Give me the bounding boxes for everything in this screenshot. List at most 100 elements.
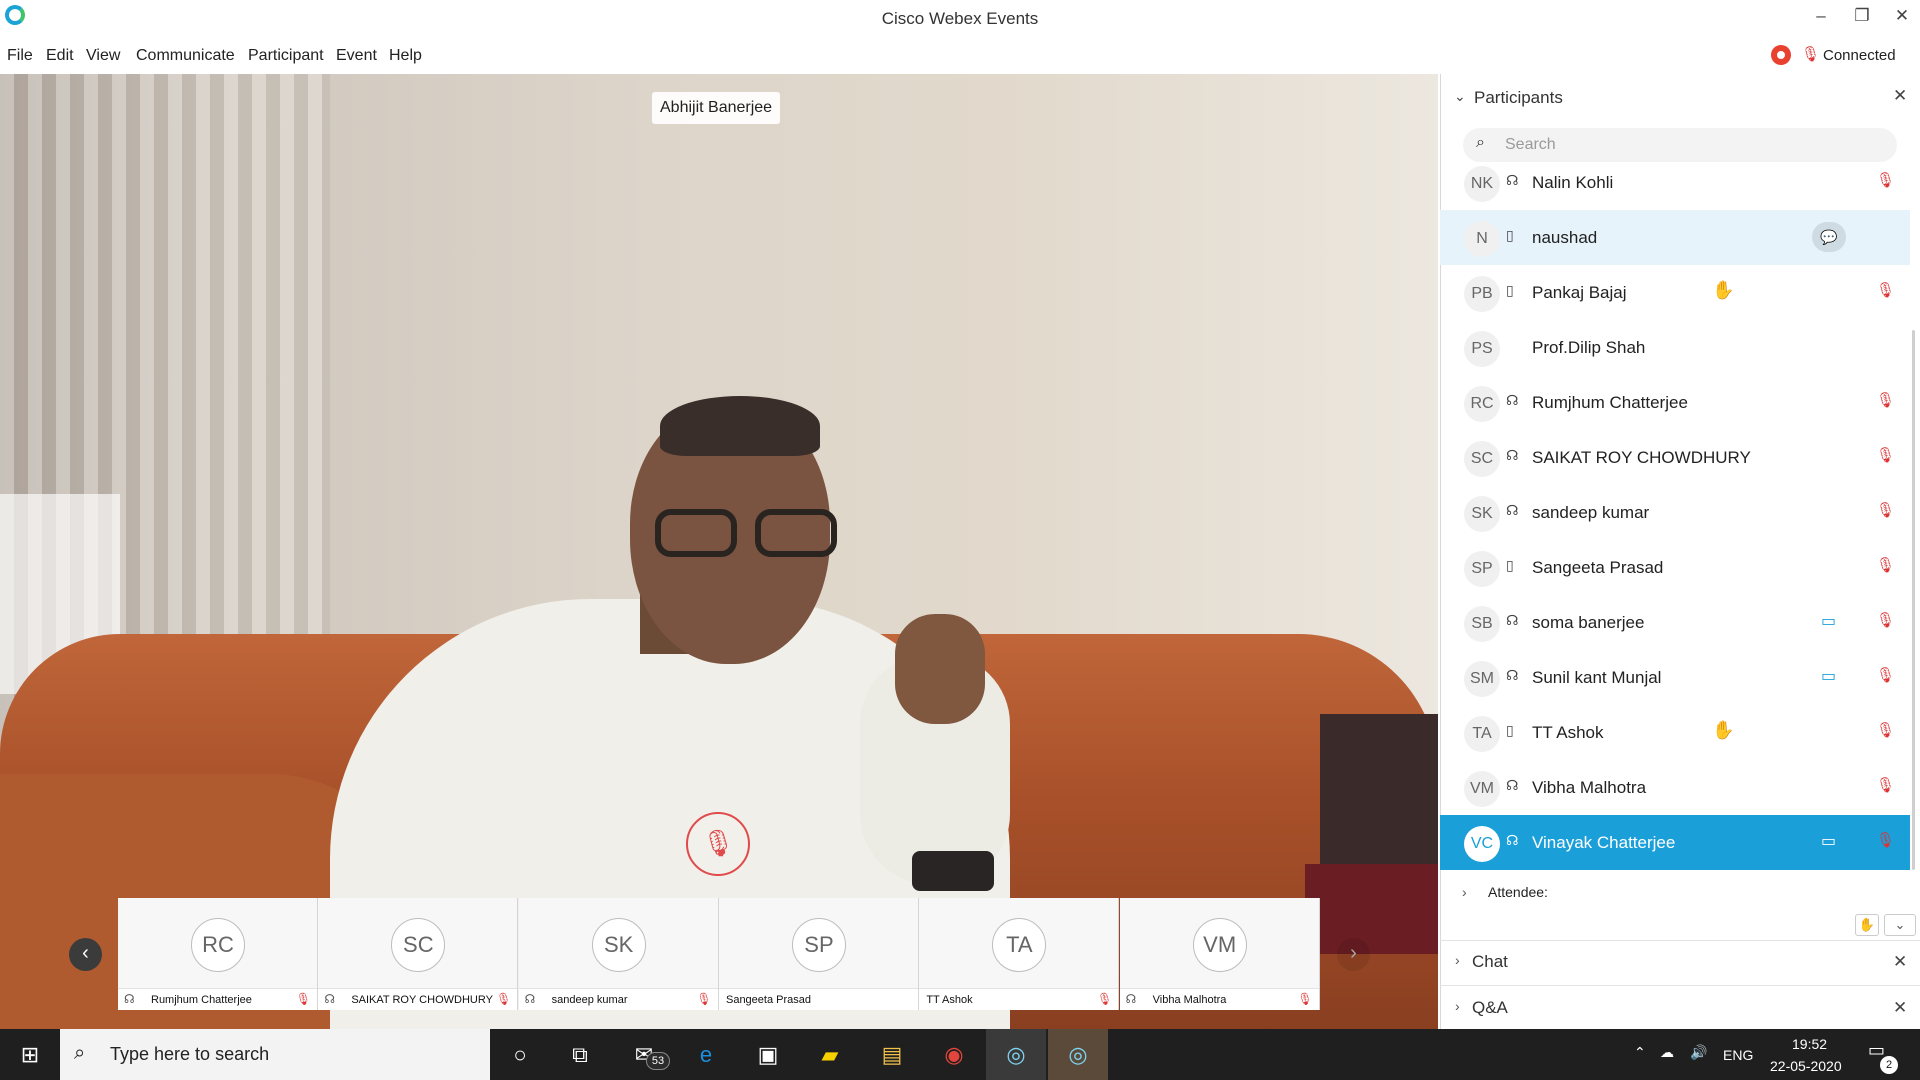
participant-row[interactable]: SM ☊ Sunil kant Munjal ▭ 🎙 — [1440, 650, 1910, 705]
menu-participant[interactable]: Participant — [248, 47, 324, 65]
video-camera-icon[interactable]: ▭ — [1821, 666, 1836, 686]
speaker-watch — [912, 851, 994, 891]
speaker-hair — [660, 396, 820, 456]
main-video[interactable] — [0, 74, 1438, 1029]
mic-muted-icon[interactable]: 🎙 — [686, 812, 750, 876]
menu-edit[interactable]: Edit — [46, 47, 74, 65]
participant-row[interactable]: TA ▯ TT Ashok ✋ 🎙 — [1440, 705, 1910, 760]
chat-section-title[interactable]: Chat — [1472, 952, 1508, 972]
participant-name: Vibha Malhotra — [1532, 778, 1647, 797]
sticky-notes-icon[interactable]: ▰ — [800, 1029, 860, 1080]
chevron-down-icon[interactable]: ⌄ — [1454, 88, 1466, 105]
participant-row[interactable]: VM ☊ Vibha Malhotra 🎙 — [1440, 760, 1910, 815]
clock-time[interactable]: 19:52 — [1792, 1036, 1827, 1052]
participant-row[interactable]: SP ▯ Sangeeta Prasad 🎙 — [1440, 540, 1910, 595]
tile-footer: ☊ sandeep kumar 🎙 — [518, 988, 718, 1010]
participant-row[interactable]: SK ☊ sandeep kumar 🎙 — [1440, 485, 1910, 540]
filmstrip-tile[interactable]: SP Sangeeta Prasad — [718, 898, 919, 1010]
participant-row[interactable]: PS Prof.Dilip Shah — [1440, 320, 1910, 375]
menu-file[interactable]: File — [7, 47, 33, 65]
participant-list-scrollbar[interactable] — [1912, 330, 1915, 870]
cortana-icon[interactable]: ○ — [490, 1029, 550, 1080]
windows-start-icon[interactable]: ⊞ — [0, 1029, 60, 1080]
mic-muted-icon[interactable]: 🎙 — [1876, 611, 1895, 629]
chat-bubble-icon[interactable]: 💬 — [1812, 222, 1846, 252]
language-indicator[interactable]: ENG — [1723, 1047, 1753, 1063]
avatar: RC — [1464, 386, 1500, 422]
filmstrip-tile[interactable]: SC ☊ SAIKAT ROY CHOWDHURY 🎙 — [318, 898, 519, 1010]
headset-icon: ☊ — [1506, 777, 1519, 793]
video-camera-icon[interactable]: ▭ — [1821, 611, 1836, 631]
mic-muted-icon[interactable]: 🎙 — [1876, 721, 1895, 739]
webex-meetings-icon[interactable]: ◎ — [986, 1029, 1046, 1080]
raised-hand-icon: ✋ — [1712, 720, 1735, 740]
filmstrip-tile[interactable]: TA TT Ashok 🎙 — [919, 898, 1120, 1010]
tile-name: Vibha Malhotra — [1152, 994, 1227, 1006]
close-window-button[interactable]: ✕ — [1887, 6, 1917, 26]
mic-muted-icon[interactable]: 🎙 — [1876, 446, 1895, 464]
file-explorer-icon[interactable]: ▤ — [862, 1029, 922, 1080]
close-chat-button[interactable]: ✕ — [1893, 952, 1907, 972]
filmstrip-prev-button[interactable]: ‹ — [69, 938, 102, 971]
avatar: SB — [1464, 606, 1500, 642]
chrome-icon[interactable]: ◉ — [924, 1029, 984, 1080]
avatar: SP — [1464, 551, 1500, 587]
minimize-button[interactable]: – — [1806, 6, 1836, 26]
attendee-group-label[interactable]: Attendee: — [1488, 884, 1548, 900]
tile-footer: ☊ Rumjhum Chatterjee 🎙 — [118, 988, 317, 1010]
filmstrip-tile[interactable]: RC ☊ Rumjhum Chatterjee 🎙 — [118, 898, 318, 1010]
clock-date[interactable]: 22-05-2020 — [1770, 1058, 1842, 1074]
lower-hand-menu-button[interactable]: ⌄ — [1884, 914, 1916, 936]
close-qa-button[interactable]: ✕ — [1893, 998, 1907, 1018]
chevron-right-icon[interactable]: › — [1462, 884, 1467, 900]
participant-name: Sunil kant Munjal — [1532, 668, 1662, 687]
close-participants-button[interactable]: ✕ — [1893, 86, 1907, 106]
participant-row[interactable]: RC ☊ Rumjhum Chatterjee 🎙 — [1440, 375, 1910, 430]
chevron-right-icon[interactable]: › — [1455, 998, 1460, 1014]
participant-name: sandeep kumar — [1532, 503, 1650, 522]
webex-events-icon[interactable]: ◎ — [1048, 1029, 1108, 1080]
mic-muted-icon[interactable]: 🎙 — [1801, 45, 1820, 63]
store-icon[interactable]: ▣ — [738, 1029, 798, 1080]
participants-title[interactable]: Participants — [1474, 88, 1563, 108]
mic-muted-icon[interactable]: 🎙 — [1876, 171, 1895, 189]
participant-name: Prof.Dilip Shah — [1532, 338, 1646, 357]
menu-communicate[interactable]: Communicate — [136, 47, 235, 65]
mic-muted-icon[interactable]: 🎙 — [1876, 666, 1895, 684]
filmstrip-tile[interactable]: VM ☊ Vibha Malhotra 🎙 — [1119, 898, 1320, 1010]
headset-icon: ☊ — [324, 992, 335, 1006]
participant-row[interactable]: N ▯ naushad 💬 — [1440, 210, 1910, 265]
edge-browser-icon[interactable]: e — [676, 1029, 736, 1080]
tray-expand-icon[interactable]: ⌃ — [1634, 1044, 1646, 1061]
maximize-button[interactable]: ❐ — [1847, 6, 1877, 26]
mic-muted-icon[interactable]: 🎙 — [1876, 391, 1895, 409]
task-view-icon[interactable]: ⧉ — [550, 1029, 610, 1080]
mic-muted-icon: 🎙 — [1097, 992, 1113, 1006]
participant-row[interactable]: SC ☊ SAIKAT ROY CHOWDHURY 🎙 — [1440, 430, 1910, 485]
participant-row[interactable]: NK ☊ Nalin Kohli 🎙 — [1440, 155, 1910, 210]
menu-help[interactable]: Help — [389, 47, 422, 65]
filmstrip: RC ☊ Rumjhum Chatterjee 🎙 SC ☊ SAIKAT RO… — [118, 898, 1320, 1010]
menu-view[interactable]: View — [86, 47, 120, 65]
mic-muted-icon[interactable]: 🎙 — [1876, 556, 1895, 574]
mic-muted-icon[interactable]: 🎙 — [1876, 281, 1895, 299]
participant-row[interactable]: SB ☊ soma banerjee ▭ 🎙 — [1440, 595, 1910, 650]
participant-name: soma banerjee — [1532, 613, 1645, 632]
mic-muted-icon[interactable]: 🎙 — [1876, 501, 1895, 519]
filmstrip-tile[interactable]: SK ☊ sandeep kumar 🎙 — [518, 898, 719, 1010]
speaker-glasses — [655, 509, 850, 564]
participant-row-selected[interactable]: VC ☊ Vinayak Chatterjee ▭ 🎙 — [1440, 815, 1910, 870]
onedrive-icon[interactable]: ☁ — [1660, 1044, 1674, 1061]
mic-muted-icon[interactable]: 🎙 — [1876, 831, 1895, 849]
volume-icon[interactable]: 🔊 — [1690, 1044, 1707, 1061]
tile-footer: TT Ashok 🎙 — [919, 988, 1119, 1010]
menu-event[interactable]: Event — [336, 47, 377, 65]
video-camera-icon[interactable]: ▭ — [1821, 831, 1836, 851]
mic-muted-icon[interactable]: 🎙 — [1876, 776, 1895, 794]
chevron-right-icon[interactable]: › — [1455, 952, 1460, 968]
recording-icon[interactable] — [1771, 45, 1791, 65]
raise-hand-button[interactable]: ✋ — [1855, 914, 1879, 936]
filmstrip-next-button[interactable]: › — [1337, 938, 1370, 971]
participant-row[interactable]: PB ▯ Pankaj Bajaj ✋ 🎙 — [1440, 265, 1910, 320]
qa-section-title[interactable]: Q&A — [1472, 998, 1508, 1018]
